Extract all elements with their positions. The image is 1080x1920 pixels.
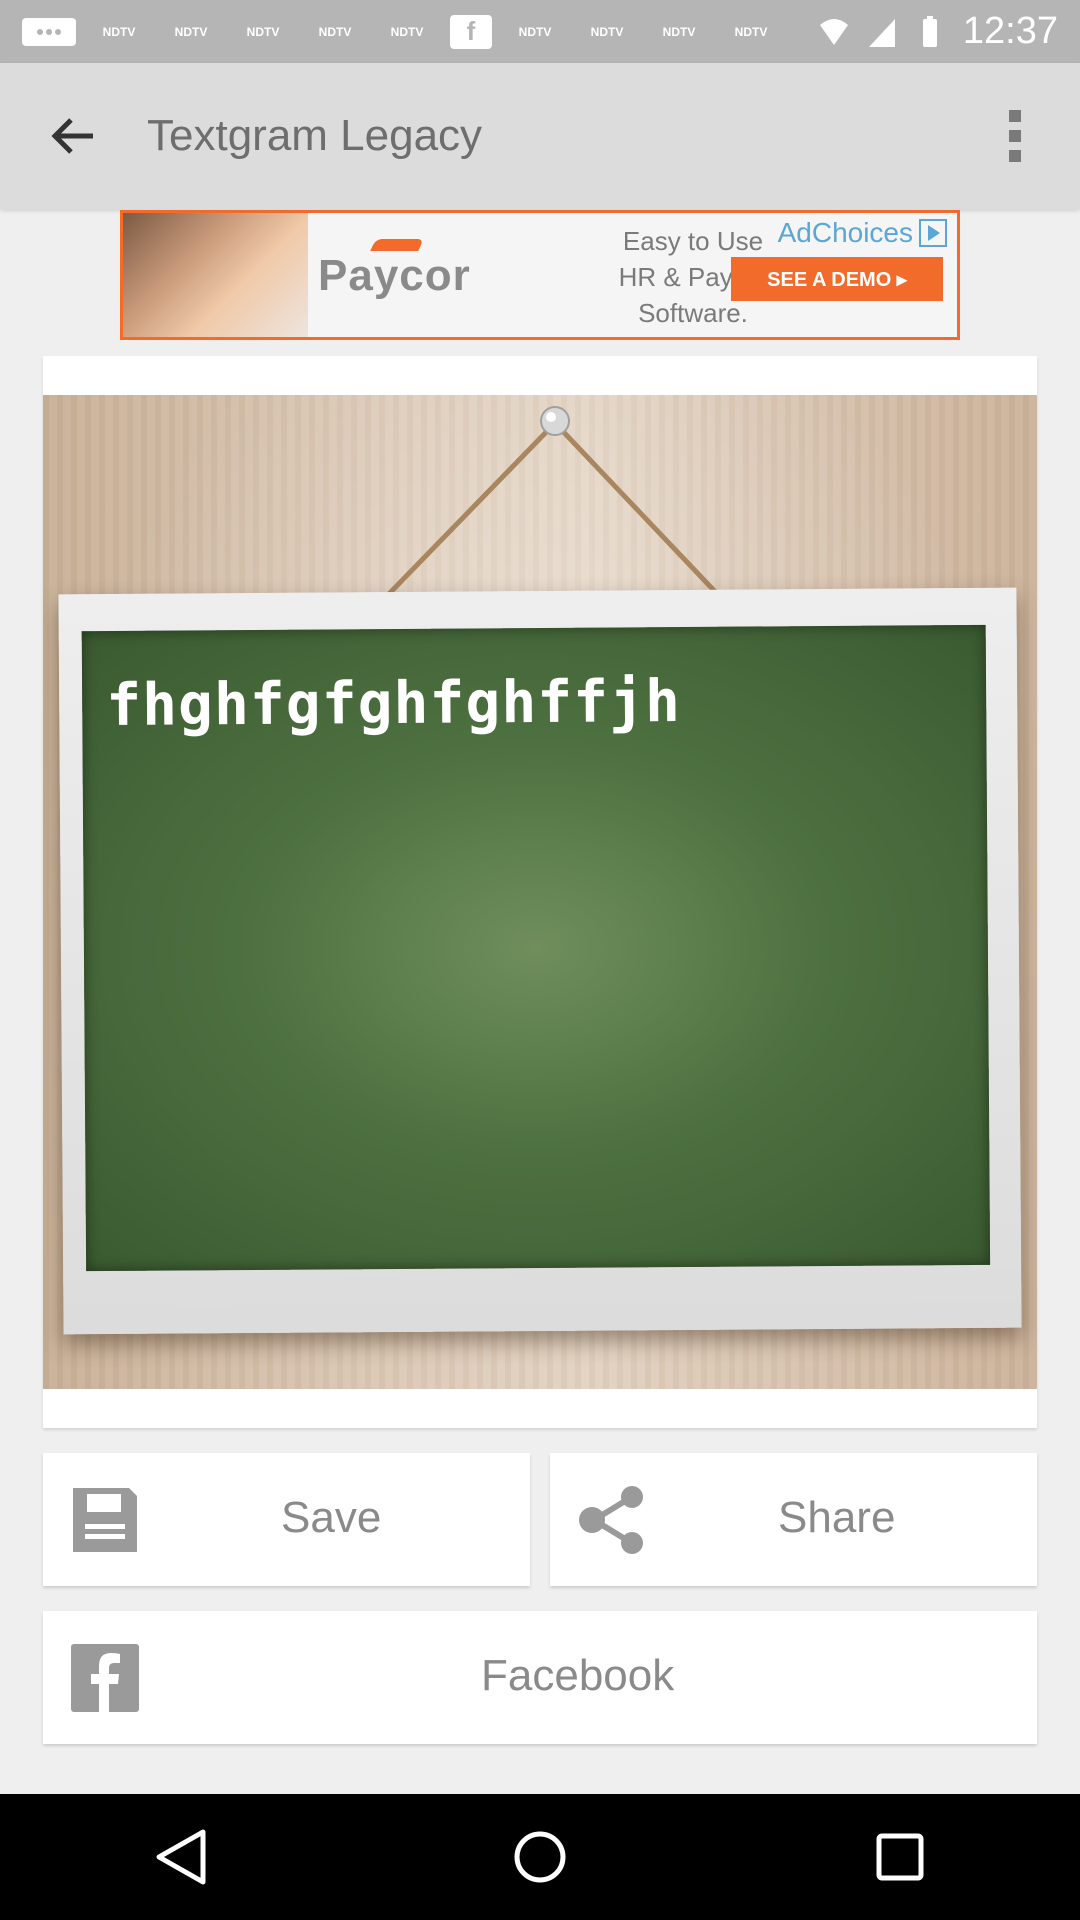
ad-choices-icon (919, 219, 947, 247)
ad-choices[interactable]: AdChoices (778, 217, 947, 249)
hanger-string-icon (381, 406, 725, 602)
facebook-icon (71, 1644, 139, 1712)
ndtv-notification-icon: NDTV (734, 24, 768, 39)
messages-notification-icon (22, 17, 76, 46)
facebook-notification-icon: f (450, 14, 492, 49)
ndtv-notification-icon: NDTV (662, 24, 696, 39)
nav-recents-button[interactable] (840, 1807, 960, 1907)
facebook-label: Facebook (481, 1651, 675, 1700)
signal-icon (868, 18, 895, 47)
save-button[interactable]: Save (43, 1453, 530, 1586)
ad-person-image (123, 213, 308, 337)
share-icon (579, 1486, 643, 1554)
ndtv-notification-icon: NDTV (102, 24, 136, 39)
ndtv-notification-icon: NDTV (174, 24, 208, 39)
preview-card: fhghfgfghfghffjh (43, 356, 1037, 1428)
ndtv-notification-icon: NDTV (390, 24, 424, 39)
ndtv-notification-icon: NDTV (590, 24, 624, 39)
status-right: 12:37 (819, 0, 1058, 63)
ad-banner[interactable]: Paycor Easy to Use HR & Payroll Software… (120, 210, 960, 340)
system-nav-bar (0, 1794, 1080, 1920)
back-button[interactable] (40, 108, 106, 164)
ad-cta-button[interactable]: SEE A DEMO ▸ (731, 257, 943, 301)
wifi-icon (819, 18, 848, 45)
nav-back-button[interactable] (120, 1807, 240, 1907)
status-time: 12:37 (962, 10, 1058, 52)
chalkboard-text: fhghfgfghfghffjh (105, 667, 682, 740)
share-label: Share (778, 1493, 896, 1542)
save-icon (73, 1488, 137, 1552)
notification-icons: NDTV NDTV NDTV NDTV NDTV f NDTV NDTV NDT… (22, 14, 780, 49)
facebook-button[interactable]: Facebook (43, 1611, 1037, 1744)
save-label: Save (281, 1493, 382, 1542)
ad-choices-label: AdChoices (777, 217, 913, 248)
wood-background: fhghfgfghfghffjh (43, 395, 1037, 1389)
ndtv-notification-icon: NDTV (518, 24, 552, 39)
app-bar: Textgram Legacy (0, 63, 1080, 209)
more-vert-icon (1009, 110, 1021, 162)
battery-icon (922, 15, 937, 47)
more-options-button[interactable] (990, 103, 1040, 169)
status-bar: NDTV NDTV NDTV NDTV NDTV f NDTV NDTV NDT… (0, 0, 1080, 63)
ad-brand-mark (370, 239, 424, 251)
arrow-back-icon (51, 118, 93, 154)
ndtv-notification-icon: NDTV (318, 24, 352, 39)
nav-recents-icon (876, 1833, 924, 1881)
nav-home-button[interactable] (480, 1807, 600, 1907)
share-button[interactable]: Share (550, 1453, 1037, 1586)
ad-brand: Paycor (318, 251, 471, 300)
chalkboard: fhghfgfghfghffjh (81, 624, 991, 1272)
ndtv-notification-icon: NDTV (246, 24, 280, 39)
chalkboard-frame: fhghfgfghfghffjh (58, 587, 1022, 1335)
nav-back-icon (156, 1829, 206, 1885)
nav-home-icon (514, 1831, 566, 1883)
page-title: Textgram Legacy (147, 111, 483, 160)
